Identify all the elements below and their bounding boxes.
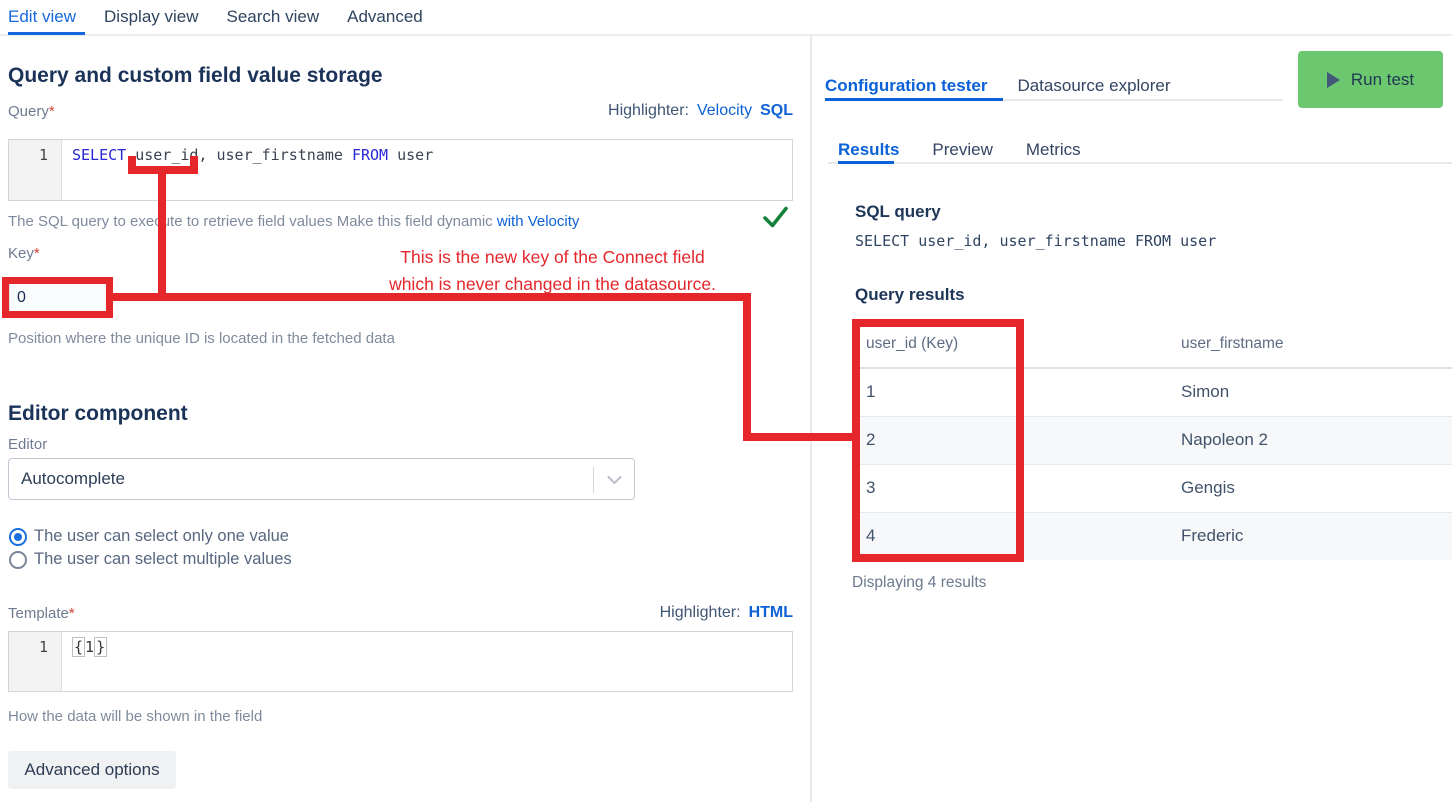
query-results-table: user_id (Key) user_firstname 1 Simon 2 N… [852,320,1452,560]
subtab-metrics[interactable]: Metrics [1026,140,1081,160]
column-header-user-id: user_id (Key) [852,320,1167,368]
tab-search-view[interactable]: Search view [227,7,320,27]
annotation-line-horizontal-1 [113,293,751,301]
sql-columns: user_id, user_firstname [126,146,352,164]
sql-query-echo: SELECT user_id, user_firstname FROM user [855,232,1216,250]
sql-query-title: SQL query [855,202,941,222]
highlighter-label: Highlighter: [660,604,741,621]
sql-keyword-select: SELECT [72,146,126,164]
run-test-button[interactable]: Run test [1298,51,1443,108]
select-divider [593,467,594,493]
radio-option-single[interactable]: The user can select only one value [9,527,289,546]
query-code-editor[interactable]: 1 SELECT user_id, user_firstname FROM us… [8,139,793,201]
query-label-row: Query* Highlighter: Velocity SQL [8,102,793,120]
key-label-row: Key* [8,245,793,262]
close-brace: } [94,637,107,657]
cell-user-firstname: Napoleon 2 [1167,416,1452,464]
advanced-options-button[interactable]: Advanced options [8,751,176,789]
section-title-editor-component: Editor component [8,402,188,426]
highlighter-velocity-link[interactable]: Velocity [697,102,752,119]
table-row: 3 Gengis [852,464,1452,512]
results-count-text: Displaying 4 results [852,574,986,592]
query-label: Query* [8,103,55,120]
editor-select[interactable]: Autocomplete [8,458,635,500]
radio-option-multiple[interactable]: The user can select multiple values [9,550,292,569]
annotation-note-line2: which is never changed in the datasource… [380,271,725,298]
tester-tab-bar: Configuration tester Datasource explorer [825,76,1171,96]
cell-user-id: 4 [852,512,1167,560]
cell-user-firstname: Frederic [1167,512,1452,560]
radio-unselected-icon[interactable] [9,551,27,569]
editor-label-row: Editor [8,436,793,453]
top-tab-divider [0,34,1452,36]
highlighter-sql-link[interactable]: SQL [760,102,793,119]
subtab-active-indicator [838,161,894,164]
run-test-label: Run test [1351,70,1414,90]
table-header-row: user_id (Key) user_firstname [852,320,1452,368]
editor-label: Editor [8,436,47,453]
chevron-down-icon[interactable] [606,472,623,493]
cell-user-id: 1 [852,368,1167,416]
valid-check-icon [762,205,789,235]
table-row: 2 Napoleon 2 [852,416,1452,464]
query-results-title: Query results [855,285,965,305]
template-help-text: How the data will be shown in the field [8,708,262,725]
template-editor-gutter: 1 [9,632,62,691]
panel-divider [810,36,812,802]
results-subtab-bar: Results Preview Metrics [838,140,1081,160]
tab-datasource-explorer[interactable]: Datasource explorer [1017,76,1170,96]
subtab-results[interactable]: Results [838,140,899,160]
tab-display-view[interactable]: Display view [104,7,198,27]
cell-user-id: 2 [852,416,1167,464]
query-help-text: The SQL query to execute to retrieve fie… [8,213,579,230]
highlighter-html-link[interactable]: HTML [749,604,793,621]
key-label: Key* [8,245,40,262]
section-title-query-storage: Query and custom field value storage [8,64,383,88]
play-icon [1327,72,1340,88]
cell-user-id: 3 [852,464,1167,512]
query-highlighter-switch: Highlighter: Velocity SQL [608,102,793,120]
subtab-preview[interactable]: Preview [932,140,992,160]
column-header-user-firstname: user_firstname [1167,320,1452,368]
cell-user-firstname: Gengis [1167,464,1452,512]
tab-configuration-tester[interactable]: Configuration tester [825,76,987,96]
tab-advanced[interactable]: Advanced [347,7,423,27]
key-help-text: Position where the unique ID is located … [8,330,395,347]
table-row: 4 Frederic [852,512,1452,560]
annotation-line-vertical-2 [743,293,751,441]
with-velocity-link[interactable]: with Velocity [497,213,580,230]
top-tab-bar: Edit view Display view Search view Advan… [8,7,423,27]
template-highlighter-switch: Highlighter: HTML [660,604,793,622]
tab-edit-view[interactable]: Edit view [8,7,76,27]
line-number: 1 [39,638,48,656]
radio-single-label: The user can select only one value [34,527,289,546]
highlighter-label: Highlighter: [608,102,689,119]
sql-keyword-from: FROM [352,146,388,164]
required-asterisk: * [49,103,55,120]
key-input[interactable] [9,281,107,315]
radio-multiple-label: The user can select multiple values [34,550,292,569]
radio-selected-icon[interactable] [9,528,27,546]
template-code-line[interactable]: {1} [62,632,792,691]
tester-active-tab-indicator [825,98,1003,101]
table-row: 1 Simon [852,368,1452,416]
subtab-divider [828,162,1452,164]
required-asterisk: * [69,605,75,622]
line-number: 1 [39,146,48,164]
open-brace: { [72,637,85,657]
template-label: Template* [8,605,75,622]
sql-table: user [388,146,433,164]
cell-user-firstname: Simon [1167,368,1452,416]
template-label-row: Template* Highlighter: HTML [8,604,793,622]
query-editor-gutter: 1 [9,140,62,200]
query-code-line[interactable]: SELECT user_id, user_firstname FROM user [62,140,792,200]
required-asterisk: * [34,245,40,262]
template-token: 1 [85,638,94,656]
template-code-editor[interactable]: 1 {1} [8,631,793,692]
active-tab-indicator [8,32,85,35]
connect-field-config-page: Edit view Display view Search view Advan… [0,0,1452,802]
editor-select-value: Autocomplete [9,469,125,489]
